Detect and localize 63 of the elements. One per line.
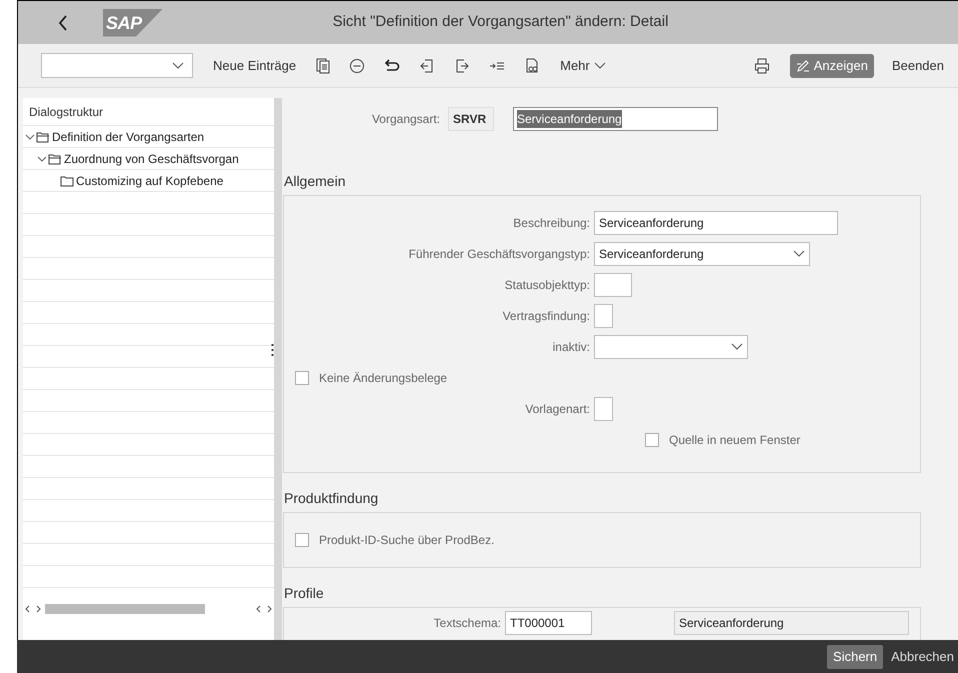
- input-field[interactable]: TT000001: [505, 611, 592, 635]
- chevron-down-icon: [172, 62, 184, 70]
- grip-icon[interactable]: [271, 343, 274, 357]
- display-button[interactable]: Anzeigen: [790, 54, 874, 78]
- description-field[interactable]: Serviceanforderung: [513, 107, 718, 131]
- scroll-arrows-icon[interactable]: [256, 605, 272, 613]
- checkbox-label: Quelle in neuem Fenster: [669, 432, 800, 449]
- pencil-icon: [796, 58, 810, 72]
- tree-item[interactable]: Definition der Vorgangsarten: [52, 128, 204, 146]
- chevron-down-icon[interactable]: [37, 154, 47, 162]
- minus-circle-icon[interactable]: [349, 58, 366, 74]
- select-field[interactable]: [594, 335, 748, 359]
- checkbox[interactable]: [295, 371, 309, 385]
- indent-icon[interactable]: [489, 60, 506, 72]
- folder-icon: [60, 174, 74, 186]
- section-title: Profile: [284, 584, 325, 603]
- scroll-arrows-icon[interactable]: [25, 605, 41, 613]
- copy-icon[interactable]: [316, 58, 330, 74]
- checkbox[interactable]: [645, 433, 659, 447]
- description-field: Serviceanforderung: [674, 611, 909, 635]
- back-icon: [58, 14, 68, 30]
- chevron-down-icon: [793, 250, 805, 258]
- print-icon[interactable]: [754, 58, 770, 74]
- field-label: Statusobjekttyp:: [504, 277, 590, 294]
- logo: SAP: [103, 8, 163, 36]
- field-label: inaktiv:: [552, 339, 590, 356]
- checkbox-label: Produkt-ID-Suche über ProdBez.: [319, 532, 494, 549]
- field-label: Beschreibung:: [512, 215, 590, 232]
- section-title: Produktfindung: [284, 489, 380, 508]
- folder-open-icon: [48, 152, 62, 164]
- previous-icon[interactable]: [419, 58, 436, 74]
- chevron-down-icon: [731, 343, 743, 351]
- scrollbar-thumb[interactable]: [45, 604, 205, 614]
- input-field[interactable]: [594, 273, 632, 297]
- input-field[interactable]: [594, 397, 613, 421]
- cancel-button[interactable]: Abbrechen: [889, 644, 956, 668]
- window-title: Sicht "Definition der Vorgangsarten" ändern: Detail: [332, 12, 670, 32]
- new-entries-button[interactable]: Neue Einträge: [213, 56, 296, 76]
- chevron-down-icon[interactable]: [25, 132, 35, 140]
- code-field: SRVR: [448, 107, 494, 131]
- field-label: Textschema:: [432, 615, 501, 632]
- next-icon[interactable]: [454, 58, 470, 74]
- folder-open-icon: [36, 130, 50, 142]
- section-title: Allgemein: [284, 172, 346, 191]
- select-field[interactable]: Serviceanforderung: [594, 242, 810, 266]
- exit-button[interactable]: Beenden: [892, 56, 944, 76]
- tree-item[interactable]: Customizing auf Kopfebene: [76, 172, 224, 190]
- field-label: Vorlagenart:: [524, 401, 590, 418]
- field-label: Führender Geschäftsvorgangstyp:: [408, 246, 590, 263]
- checkbox[interactable]: [295, 533, 309, 547]
- chevron-down-icon: [594, 62, 606, 70]
- input-field[interactable]: Serviceanforderung: [594, 211, 838, 235]
- input-field[interactable]: [594, 304, 613, 328]
- save-button[interactable]: Sichern: [827, 644, 884, 668]
- field-label: Vorgangsart:: [370, 111, 440, 128]
- checkbox-label: Keine Änderungsbelege: [319, 370, 448, 387]
- more-button[interactable]: Mehr: [560, 56, 606, 76]
- dropdown-field[interactable]: [41, 53, 193, 78]
- document-search-icon[interactable]: [524, 58, 540, 74]
- tree-item[interactable]: Zuordnung von Geschäftsvorgan: [64, 150, 239, 168]
- undo-icon[interactable]: [384, 58, 400, 74]
- panel-title: Dialogstruktur: [23, 98, 274, 126]
- field-label: Vertragsfindung:: [502, 308, 590, 325]
